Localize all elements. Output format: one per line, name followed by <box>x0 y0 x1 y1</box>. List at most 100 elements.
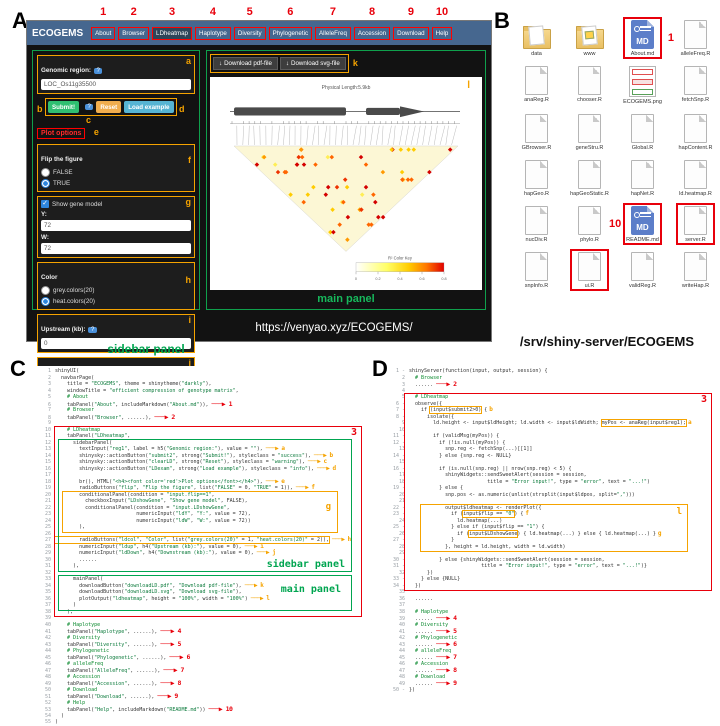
ui-code-editor[interactable]: 1shinyUI(2 navbarPage(3 title = "ECOGEMS… <box>36 366 370 726</box>
file-GBrowser.R[interactable]: GBrowser.R <box>510 114 563 151</box>
annotation-b: b <box>37 104 43 114</box>
r-file-icon <box>578 114 601 143</box>
file-hapContent.R[interactable]: hapContent.R <box>669 114 720 151</box>
file-writeHap.R[interactable]: writeHap.R <box>669 252 720 289</box>
panel-d-label: D <box>372 356 388 382</box>
radio-off-icon <box>41 168 50 177</box>
color-key-label: R² Color Key <box>388 256 413 261</box>
tab-haplotype[interactable]: 4Haplotype <box>195 27 231 40</box>
file-hapNet.R[interactable]: hapNet.R <box>616 160 669 197</box>
tab-diversity[interactable]: 5Diversity <box>234 27 266 40</box>
submit-button[interactable]: Submit! <box>48 101 79 113</box>
file-chooser.R[interactable]: chooser.R <box>563 66 616 105</box>
file-name: ui.R <box>563 283 616 289</box>
file-hapGeo.R[interactable]: hapGeo.R <box>510 160 563 197</box>
file-name: nucDiv.R <box>510 237 563 243</box>
file-ld.heatmap.R[interactable]: ld.heatmap.R <box>669 160 720 197</box>
file-name: Global.R <box>616 145 669 151</box>
file-server.R[interactable]: server.R <box>669 206 720 243</box>
load-example-button[interactable]: Load example <box>124 101 173 113</box>
r-file-icon <box>684 114 707 143</box>
file-data[interactable]: data <box>510 20 563 57</box>
flip-true-radio[interactable]: TRUE <box>41 179 191 188</box>
annotation-number: 9 <box>408 6 414 18</box>
file-geneStru.R[interactable]: geneStru.R <box>563 114 616 151</box>
svg-text:0: 0 <box>355 277 357 281</box>
flip-false-radio[interactable]: FALSE <box>41 168 191 177</box>
file-nucDiv.R[interactable]: nucDiv.R <box>510 206 563 243</box>
tab-about[interactable]: 1About <box>91 27 115 40</box>
show-gene-model-checkbox[interactable]: ✓Show gene model <box>41 200 191 208</box>
download-pdf-button[interactable]: ↓Download pdf-file <box>213 57 278 70</box>
y-input[interactable]: 72 <box>41 220 191 231</box>
heat-colors-radio[interactable]: heat.colors(20) <box>41 297 191 306</box>
grey-colors-radio[interactable]: grey.colors(20) <box>41 286 191 295</box>
plot-title: Physical Length:5.9kb <box>322 85 371 91</box>
tab-allelefreq[interactable]: 7AlleleFreq <box>315 27 351 40</box>
file-anaReg.R[interactable]: anaReg.R <box>510 66 563 105</box>
tab-ldheatmap[interactable]: 3LDheatmap <box>152 27 192 40</box>
file-name: server.R <box>669 237 720 243</box>
sidebar-panel-caption: sidebar panel <box>56 342 236 356</box>
gene-model-icon <box>230 106 460 123</box>
upstream-help-icon[interactable]: ? <box>88 327 96 333</box>
tab-help[interactable]: 10Help <box>432 27 453 40</box>
radio-on-icon <box>41 297 50 306</box>
annotation-number: 5 <box>247 6 253 18</box>
file-name: validReg.R <box>616 283 669 289</box>
image-file-icon <box>629 66 656 97</box>
annotation-number: 8 <box>369 6 375 18</box>
app-brand[interactable]: ECOGEMS <box>32 28 83 39</box>
tab-download[interactable]: 9Download <box>393 27 429 40</box>
annotation-number: 2 <box>131 6 137 18</box>
color-group: h Color grey.colors(20) heat.colors(20) <box>37 262 195 310</box>
download-svg-button[interactable]: ↓Download svg-file <box>280 57 346 70</box>
help-icon[interactable]: ? <box>94 68 102 74</box>
w-input[interactable]: 72 <box>41 243 191 254</box>
flip-figure-label: Flip the figure <box>41 156 83 163</box>
reset-button[interactable]: Reset <box>96 101 121 113</box>
heatmap-triangle <box>234 146 458 251</box>
annotation-number: 10 <box>436 6 448 18</box>
sidebar-panel: a Genomic region:? LOC_Os11g35500 b Subm… <box>32 50 200 310</box>
annotation-d: d <box>179 104 185 114</box>
r-file-icon <box>684 20 707 49</box>
color-label: Color <box>41 274 57 281</box>
annotation-number: 6 <box>287 6 293 18</box>
r-file-icon <box>631 252 654 281</box>
panel-a: ECOGEMS 1About2Browser3LDheatmap4Haploty… <box>26 4 492 356</box>
submit-help-icon[interactable]: ? <box>85 104 93 110</box>
file-www[interactable]: www <box>563 20 616 57</box>
file-About.md[interactable]: MDAbout.md1 <box>616 20 669 57</box>
upstream-label: Upstream (kb): <box>41 326 85 333</box>
markdown-file-icon: MD <box>631 20 654 49</box>
file-name: README.md <box>616 237 669 243</box>
file-Global.R[interactable]: Global.R <box>616 114 669 151</box>
panel-c-label: C <box>10 356 26 382</box>
tab-browser[interactable]: 2Browser <box>118 27 149 40</box>
file-hapGeoStatic.R[interactable]: hapGeoStatic.R <box>563 160 616 197</box>
file-name: hapGeo.R <box>510 191 563 197</box>
file-ECOGEMS.png[interactable]: ECOGEMS.png <box>616 66 669 105</box>
tab-phylogenetic[interactable]: 6Phylogenetic <box>269 27 312 40</box>
action-buttons-group: b Submit! ? Reset Load example c d <box>45 98 177 116</box>
code-line: 50 -}) <box>390 687 720 694</box>
svg-text:0.4: 0.4 <box>397 277 403 281</box>
file-ui.R[interactable]: ui.R <box>563 252 616 289</box>
color-key: R² Color Key 0 0.2 0.4 0.6 0.8 <box>355 256 447 281</box>
file-alleleFreq.R[interactable]: alleleFreq.R <box>669 20 720 57</box>
annotation-number: 4 <box>210 6 216 18</box>
file-README.md[interactable]: MDREADME.md10 <box>616 206 669 243</box>
file-validReg.R[interactable]: validReg.R <box>616 252 669 289</box>
server-code-editor[interactable]: 1 -shinyServer(function(input, output, s… <box>390 366 720 693</box>
svg-text:0.2: 0.2 <box>375 277 380 281</box>
checkbox-checked-icon: ✓ <box>41 200 49 208</box>
file-name: alleleFreq.R <box>669 51 720 57</box>
file-snpInfo.R[interactable]: snpInfo.R <box>510 252 563 289</box>
genomic-region-input[interactable]: LOC_Os11g35500 <box>41 79 191 90</box>
tab-accession[interactable]: 8Accession <box>354 27 390 40</box>
file-fetchSnp.R[interactable]: fetchSnp.R <box>669 66 720 105</box>
radio-off-icon <box>41 286 50 295</box>
r-file-icon <box>578 160 601 189</box>
annotation-number: 3 <box>169 6 175 18</box>
